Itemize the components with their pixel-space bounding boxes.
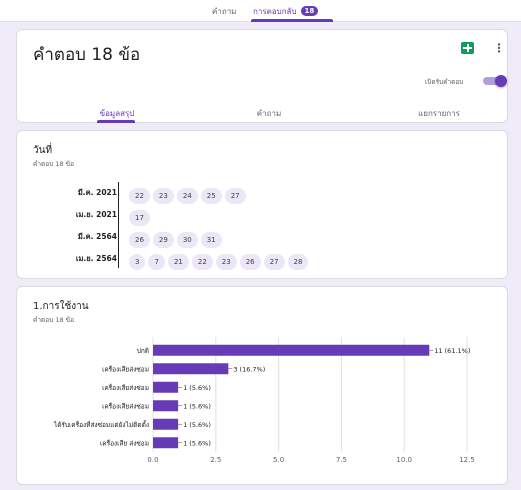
day-chip: 7 [148, 254, 165, 270]
x-tick-label: 7.5 [336, 456, 347, 464]
day-chip: 3 [129, 254, 146, 270]
day-chip: 17 [129, 210, 150, 226]
date-question-card: วันที่ คำตอบ 18 ข้อ มี.ค. 2021 22 23 24 25 27… [16, 130, 508, 279]
day-chip: 27 [263, 254, 285, 270]
subtab-summary[interactable]: ข้อมูลสรุป [57, 107, 177, 120]
day-chip: 23 [152, 188, 174, 204]
day-chip: 27 [224, 188, 246, 204]
x-tick-label: 2.5 [210, 456, 221, 464]
responses-count-badge: 18 [300, 6, 319, 16]
category-label: เครื่องเสียส่งซ่อม [102, 401, 149, 410]
date-month-label: มี.ค. 2564 [77, 232, 117, 241]
tab-questions[interactable]: คำถาม [212, 5, 236, 18]
data-label: 11 (61.1%) [434, 347, 470, 355]
subtab-question[interactable]: คำถาม [209, 107, 329, 120]
date-chips: 3 7 21 22 23 26 27 28 [129, 249, 311, 270]
responses-summary-card: คำตอบ 18 ข้อ ⋮ เปิดรับคำตอบ ข้อมูลสรุป ค… [16, 29, 508, 123]
x-tick-label: 5.0 [273, 456, 284, 464]
accept-responses-toggle[interactable] [483, 75, 507, 87]
x-tick-label: 0.0 [147, 456, 158, 464]
data-label: 1 (5.6%) [183, 421, 211, 429]
more-vert-icon[interactable]: ⋮ [493, 40, 505, 56]
day-chip: 23 [215, 254, 237, 270]
google-sheets-icon[interactable] [461, 42, 474, 54]
question-title: วันที่ [33, 145, 53, 156]
subtab-individual[interactable]: แยกรายการ [379, 107, 499, 120]
data-label: 1 (5.6%) [183, 402, 211, 410]
responses-title: คำตอบ 18 ข้อ [33, 45, 141, 65]
day-chip: 21 [167, 254, 189, 270]
day-chip: 25 [200, 188, 222, 204]
bar [153, 400, 179, 412]
date-month-label: เม.ย. 2564 [75, 254, 117, 263]
day-chip: 29 [152, 232, 174, 248]
date-chips: 22 23 24 25 27 [129, 183, 249, 204]
date-month-label: มี.ค. 2021 [77, 188, 117, 197]
data-label: 1 (5.6%) [183, 384, 211, 392]
day-chip: 31 [200, 232, 222, 248]
day-chip: 22 [191, 254, 213, 270]
toggle-knob [495, 75, 507, 87]
tab-responses-underline [251, 19, 333, 22]
data-label: 1 (5.6%) [183, 439, 211, 447]
accept-responses-label: เปิดรับคำตอบ [425, 78, 464, 86]
category-label: ปกติ [137, 347, 149, 355]
date-month-label: เม.ย. 2021 [75, 210, 117, 219]
day-chip: 30 [176, 232, 198, 248]
usage-bar-chart: 0.0 2.5 5.0 7.5 10.0 12.5 ปกติ 11 (61.1%) เครื่อ… [53, 337, 475, 464]
category-label: เครื่องเสียส่งซ่อม [102, 364, 149, 373]
subtab-summary-underline [97, 120, 135, 123]
bar [153, 344, 430, 356]
x-tick-label: 10.0 [396, 456, 412, 464]
date-chips: 17 [129, 205, 153, 226]
bar [153, 381, 179, 393]
day-chip: 24 [176, 188, 198, 204]
day-chip: 28 [287, 254, 309, 270]
response-count: คำตอบ 18 ข้อ [33, 160, 74, 168]
day-chip: 26 [129, 232, 150, 248]
tab-responses-label: การตอบกลับ [253, 7, 297, 16]
top-tab-bar: คำถาม การตอบกลับ 18 [0, 0, 521, 22]
category-label: ได้รับเครื่องที่ส่งซ่อมแต่ยังไม่ติดตั้ง [53, 420, 149, 429]
date-divider [118, 182, 119, 268]
category-label: เครื่องเสียส่งซ่อม [102, 383, 149, 392]
usage-question-card: 1.การใช้งาน คำตอบ 18 ข้อ 0.0 2.5 5.0 7.5 10.… [16, 286, 508, 485]
category-label: เครื่องเสีย ส่งซ่อม [100, 438, 149, 447]
bar [153, 437, 179, 449]
data-label: 3 (16.7%) [233, 365, 265, 373]
bar [153, 418, 179, 430]
tab-responses[interactable]: การตอบกลับ 18 [253, 5, 319, 18]
date-chips: 26 29 30 31 [129, 227, 225, 248]
day-chip: 22 [129, 188, 150, 204]
bar [153, 363, 229, 375]
day-chip: 26 [239, 254, 261, 270]
x-tick-label: 12.5 [459, 456, 475, 464]
